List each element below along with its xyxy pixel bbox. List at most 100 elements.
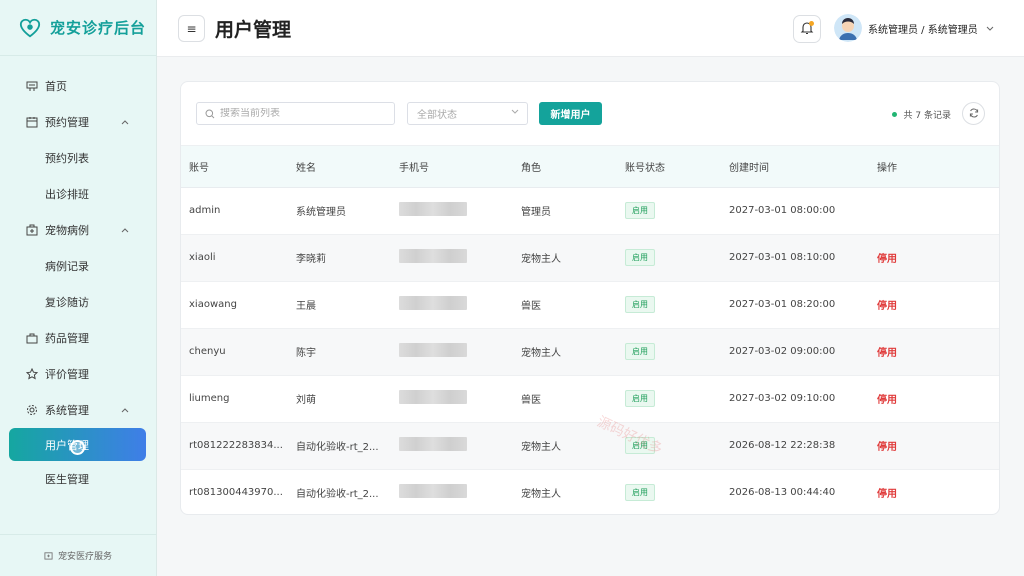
status-dot <box>891 112 897 117</box>
table-row[interactable]: xiaowang 王晨 兽医 启用 2027-03-01 08:20:00 停用 <box>181 281 999 329</box>
sidebar-item-doctors[interactable]: 医生管理 <box>0 461 156 497</box>
cell-name: 王晨 <box>288 281 391 329</box>
cell-account: rt081222283834... <box>181 422 288 470</box>
page-title: 用户管理 <box>215 19 292 41</box>
sidebar-item-schedule[interactable]: 出诊排班 <box>0 176 156 212</box>
status-select-value: 全部状态 <box>417 110 457 121</box>
cell-status: 启用 <box>617 328 721 376</box>
cell-phone <box>391 281 513 329</box>
chevron-up-icon <box>120 117 130 127</box>
sidebar-item-appointments[interactable]: 预约管理 <box>0 104 156 140</box>
sidebar-footer-text: 宠安医疗服务 <box>57 552 112 562</box>
sidebar-item-reviews[interactable]: 评价管理 <box>0 356 156 392</box>
sidebar-item-appointment-list[interactable]: 预约列表 <box>0 140 156 176</box>
sidebar-footer: 宠安医疗服务 <box>0 534 156 576</box>
star-icon <box>25 367 39 381</box>
redacted-phone <box>399 249 467 263</box>
search-icon <box>205 109 215 119</box>
add-user-button[interactable]: 新增用户 <box>539 102 602 125</box>
column-header-name[interactable]: 姓名 <box>288 146 391 188</box>
cell-created: 2027-03-02 09:10:00 <box>721 375 869 423</box>
sidebar-item-medicine[interactable]: 药品管理 <box>0 320 156 356</box>
table-row[interactable]: admin 系统管理员 管理员 启用 2027-03-01 08:00:00 <box>181 187 999 235</box>
avatar <box>834 14 862 42</box>
user-list-card: 全部状态 新增用户 共 7 条记录 账号 姓名 手机号 角色 账号状态 创建时间… <box>180 81 1000 515</box>
cell-name: 李晓莉 <box>288 234 391 282</box>
loading-spinner-icon <box>70 440 85 455</box>
sidebar-item-home[interactable]: 首页 <box>0 68 156 104</box>
cell-action: 停用 <box>869 422 999 470</box>
cell-action: 停用 <box>869 281 999 329</box>
cell-action: 停用 <box>869 328 999 376</box>
column-header-created[interactable]: 创建时间 <box>721 146 869 188</box>
sidebar-item-system[interactable]: 系统管理 <box>0 392 156 428</box>
brand[interactable]: 宠安诊疗后台 <box>0 0 156 56</box>
gear-icon <box>25 403 39 417</box>
cell-phone <box>391 328 513 376</box>
cell-created: 2027-03-01 08:20:00 <box>721 281 869 329</box>
status-badge: 启用 <box>625 343 655 360</box>
cell-name: 自动化验收-rt_2... <box>288 422 391 470</box>
sidebar-item-label: 医生管理 <box>45 473 89 486</box>
status-badge: 启用 <box>625 390 655 407</box>
record-count: 共 7 条记录 <box>891 108 951 121</box>
sidebar-item-label: 出诊排班 <box>45 188 89 201</box>
cell-account: chenyu <box>181 328 288 376</box>
table-row[interactable]: rt081222283834... 自动化验收-rt_2... 宠物主人 启用 … <box>181 422 999 470</box>
column-header-role[interactable]: 角色 <box>513 146 617 188</box>
sidebar-item-label: 复诊随访 <box>45 296 89 309</box>
disable-link[interactable]: 停用 <box>877 395 897 406</box>
table-header-row: 账号 姓名 手机号 角色 账号状态 创建时间 操作 <box>181 146 999 188</box>
cell-account: liumeng <box>181 375 288 423</box>
chevron-down-icon <box>986 26 994 31</box>
sidebar-item-case-records[interactable]: 病例记录 <box>0 248 156 284</box>
cell-action: 停用 <box>869 375 999 423</box>
cell-phone <box>391 375 513 423</box>
cell-role: 宠物主人 <box>521 489 561 501</box>
column-header-phone[interactable]: 手机号 <box>391 146 513 188</box>
cell-phone <box>391 234 513 282</box>
status-badge: 启用 <box>625 484 655 502</box>
redacted-phone <box>399 484 467 499</box>
cell-action <box>869 187 999 235</box>
status-badge: 启用 <box>625 296 655 313</box>
cell-role: 宠物主人 <box>513 234 617 282</box>
disable-link[interactable]: 停用 <box>877 442 897 453</box>
disable-link[interactable]: 停用 <box>877 348 897 359</box>
sidebar-nav: 首页 预约管理 预约列表 出诊排班 宠物病例 病例记录 复诊随访 药品管理 评价… <box>0 56 156 497</box>
redacted-phone <box>399 343 467 357</box>
cell-status: 启用 <box>617 234 721 282</box>
refresh-button[interactable] <box>962 102 985 125</box>
cell-role: 兽医 <box>513 281 617 329</box>
disable-link[interactable]: 停用 <box>877 254 897 265</box>
sidebar-item-label: 预约管理 <box>45 116 89 129</box>
status-badge: 启用 <box>625 437 655 454</box>
column-header-status[interactable]: 账号状态 <box>617 146 721 188</box>
table-row[interactable]: chenyu 陈宇 宠物主人 启用 2027-03-02 09:00:00 停用 <box>181 328 999 376</box>
disable-link[interactable]: 停用 <box>877 489 897 500</box>
notification-button[interactable] <box>793 15 821 43</box>
cell-created: 2027-03-01 08:10:00 <box>721 234 869 282</box>
sidebar-item-label: 首页 <box>45 80 67 93</box>
menu-toggle-button[interactable]: ≡ <box>178 15 205 42</box>
cell-status: 启用 <box>617 281 721 329</box>
sidebar-item-label: 宠物病例 <box>45 224 89 237</box>
record-count-text: 共 7 条记录 <box>903 111 951 121</box>
column-header-account[interactable]: 账号 <box>181 146 288 188</box>
redacted-phone <box>399 202 467 216</box>
search-input[interactable] <box>220 108 380 119</box>
sidebar-item-followup[interactable]: 复诊随访 <box>0 284 156 320</box>
table-row[interactable]: rt081300443970... 自动化验收-rt_2... 宠物主人 启用 … <box>181 469 999 514</box>
sidebar-item-pet-cases[interactable]: 宠物病例 <box>0 212 156 248</box>
redacted-phone <box>399 390 467 404</box>
chevron-up-icon <box>120 225 130 235</box>
table-row[interactable]: liumeng 刘萌 兽医 启用 2027-03-02 09:10:00 停用 <box>181 375 999 423</box>
disable-link[interactable]: 停用 <box>877 301 897 312</box>
cell-name: 系统管理员 <box>288 187 391 235</box>
table-row[interactable]: xiaoli 李晓莉 宠物主人 启用 2027-03-01 08:10:00 停… <box>181 234 999 282</box>
status-select[interactable]: 全部状态 <box>407 102 528 125</box>
sidebar-item-label: 预约列表 <box>45 152 89 165</box>
brand-title: 宠安诊疗后台 <box>50 19 147 37</box>
user-menu[interactable]: 系统管理员 / 系统管理员 <box>834 13 994 43</box>
hamburger-icon: ≡ <box>186 21 197 36</box>
